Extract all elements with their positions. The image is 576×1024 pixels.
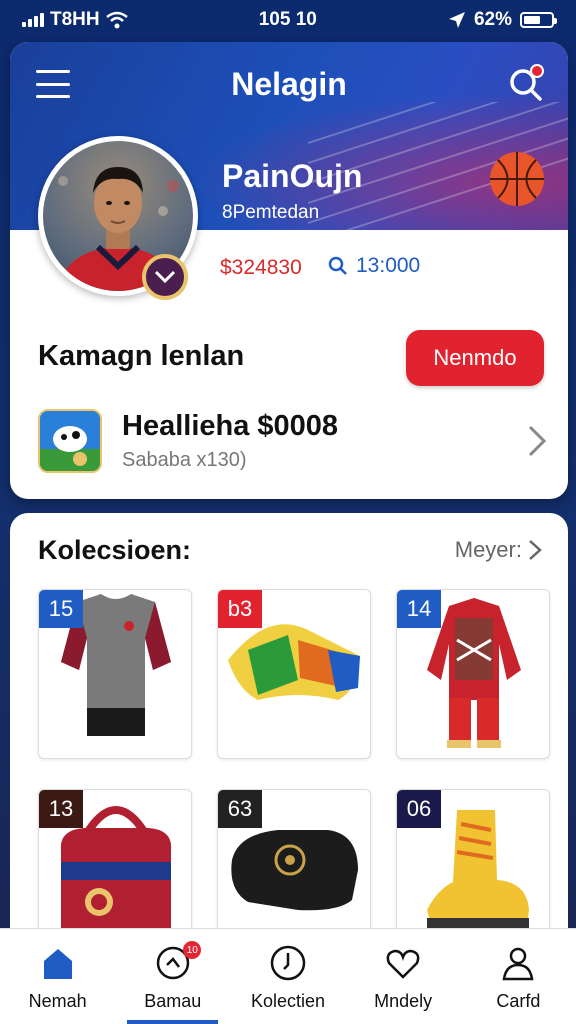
nav-item-home[interactable]: Nemah	[0, 929, 115, 1024]
nav-item-collection[interactable]: Kolectien	[230, 929, 345, 1024]
clock-icon	[270, 945, 306, 981]
chevron-right-icon	[528, 425, 547, 457]
search-small-icon	[328, 256, 347, 275]
user-icon	[502, 947, 534, 981]
product-card[interactable]: 15	[38, 589, 192, 759]
featured-item-title: Heallieha $0008	[122, 410, 339, 442]
search-icon[interactable]	[506, 64, 546, 104]
carrier-name: T8HH	[50, 9, 100, 30]
app-title: Nelagin	[231, 66, 347, 102]
status-bar: T8HH 105 10 62%	[0, 0, 576, 40]
wifi-icon	[105, 11, 128, 29]
home-icon	[43, 949, 72, 979]
nav-item-chat[interactable]: 10 Bamau	[115, 929, 230, 1024]
nav-item-profile[interactable]: Carfd	[461, 929, 576, 1024]
basketball-icon	[490, 152, 544, 206]
nav-label: Mndely	[374, 991, 433, 1011]
campaign-button[interactable]: Nenmdo	[406, 330, 544, 386]
followers-count: 13:000	[356, 254, 421, 277]
signal-icon	[22, 13, 44, 27]
chevron-right-icon	[529, 540, 542, 560]
status-time: 105 10	[258, 9, 317, 30]
profile-card: Nelagin PainOujn 8Pemtedan $324830 13:00…	[10, 42, 568, 499]
featured-item-subtitle: Sababa x130)	[122, 449, 247, 471]
featured-item-row[interactable]: Heallieha $0008 Sababa x130)	[38, 408, 548, 474]
profile-name: PainOujn	[222, 158, 363, 194]
location-arrow-icon	[448, 12, 465, 28]
notification-dot	[530, 64, 544, 78]
nav-label: Nemah	[28, 991, 87, 1011]
product-badge: 63	[218, 790, 262, 828]
featured-item-icon	[38, 409, 102, 473]
verified-badge-icon	[142, 254, 188, 300]
status-left: T8HH	[22, 9, 128, 31]
product-badge: b3	[218, 590, 262, 628]
chat-badge: 10	[183, 941, 202, 959]
product-badge: 06	[397, 790, 441, 828]
see-more-link[interactable]: Meyer:	[455, 537, 542, 563]
nav-label: Bamau	[144, 991, 202, 1011]
featured-item-text: Heallieha $0008 Sababa x130)	[122, 410, 526, 472]
product-card[interactable]: 14	[396, 589, 550, 759]
heart-icon	[386, 949, 420, 979]
product-card[interactable]: b3	[217, 589, 371, 759]
campaign-title: Kamagn lenlan	[38, 340, 245, 372]
product-badge: 15	[39, 590, 83, 628]
battery-icon	[520, 12, 557, 28]
nav-label: Carfd	[496, 991, 541, 1011]
profile-subtitle: 8Pemtedan	[222, 202, 320, 223]
profile-followers: 13:000	[328, 254, 420, 278]
see-more-label: Meyer:	[454, 537, 522, 562]
nav-item-favorites[interactable]: Mndely	[346, 929, 461, 1024]
product-badge: 13	[39, 790, 83, 828]
nav-label: Kolectien	[250, 991, 325, 1011]
bottom-navigation: Nemah 10 Bamau Kolectien Mndely Carfd	[0, 928, 576, 1024]
battery-percent: 62%	[473, 9, 512, 30]
product-badge: 14	[397, 590, 441, 628]
profile-balance: $324830	[220, 256, 302, 279]
status-right: 62%	[448, 9, 557, 31]
collection-title: Kolecsioen:	[38, 535, 192, 565]
